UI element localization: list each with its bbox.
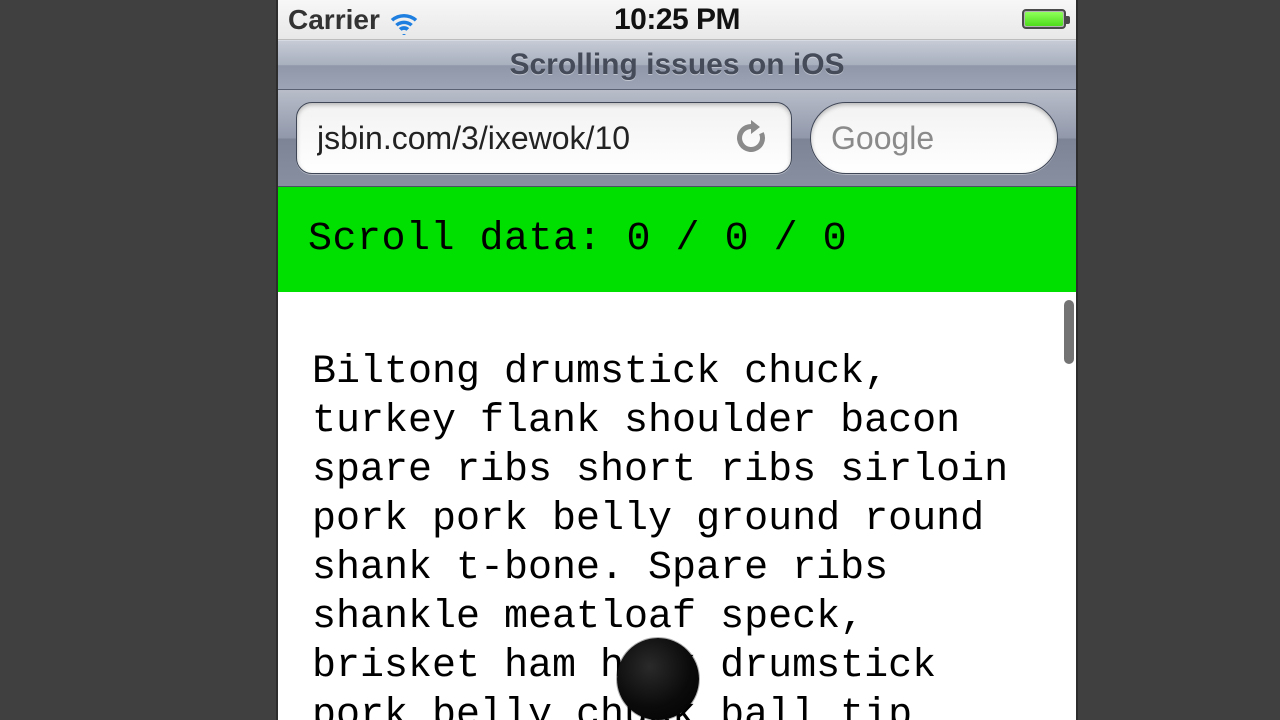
reload-icon[interactable] [731, 118, 771, 158]
url-field[interactable]: jsbin.com/3/ixewok/10 [296, 102, 792, 174]
battery-fill [1025, 12, 1063, 26]
page-title: Scrolling issues on iOS [509, 48, 844, 82]
battery-icon [1022, 9, 1066, 29]
search-field[interactable]: Google [810, 102, 1058, 174]
url-text: jsbin.com/3/ixewok/10 [317, 120, 630, 157]
scroll-indicator[interactable] [1064, 300, 1074, 364]
search-placeholder: Google [831, 120, 934, 157]
address-toolbar: jsbin.com/3/ixewok/10 Google [278, 90, 1076, 187]
phone-frame: Carrier 10:25 PM Scrolling issues on iOS… [278, 0, 1076, 720]
scroll-data-text: Scroll data: 0 / 0 / 0 [308, 217, 847, 262]
scroll-data-banner: Scroll data: 0 / 0 / 0 [278, 187, 1076, 292]
page-title-bar: Scrolling issues on iOS [278, 40, 1076, 90]
clock: 10:25 PM [278, 3, 1076, 37]
touch-pointer-icon [617, 638, 699, 720]
status-bar: Carrier 10:25 PM [278, 0, 1076, 40]
